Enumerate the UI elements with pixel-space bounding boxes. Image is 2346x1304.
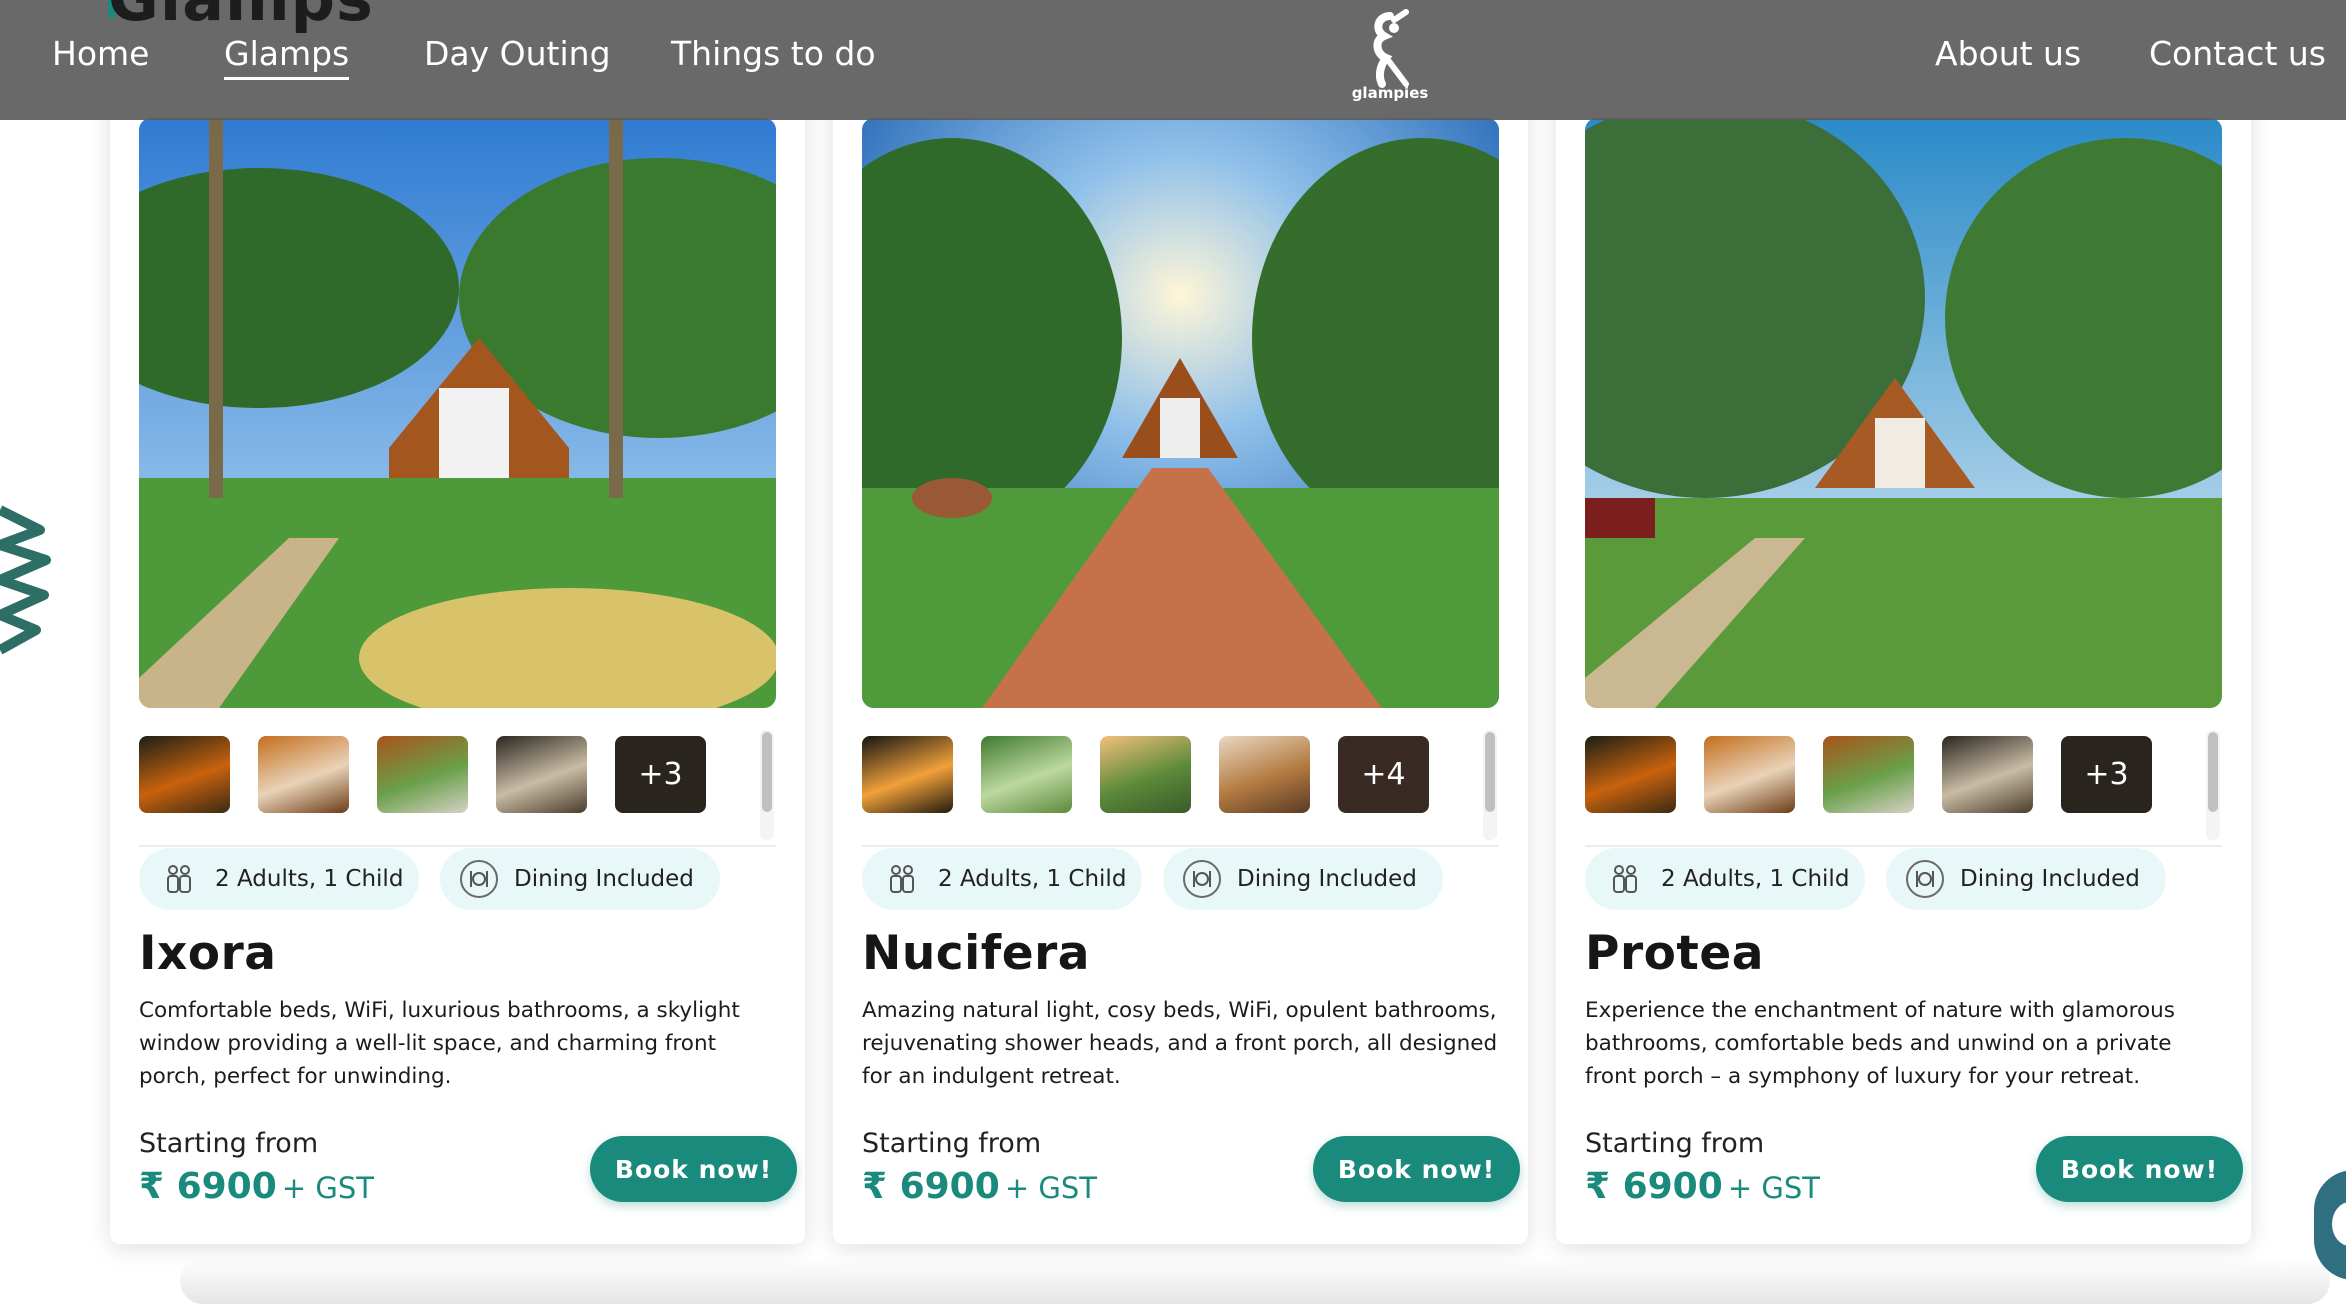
glamp-description: Comfortable beds, WiFi, luxurious bathro… [139,998,740,1089]
scrollbar-thumb[interactable] [1485,732,1495,812]
top-navbar: Glamps Home Glamps Day Outing Things to … [0,0,2346,120]
price-suffix: + GST [1004,1171,1097,1205]
glamp-name: Ixora [139,926,277,981]
glamp-description: Amazing natural light, cosy beds, WiFi, … [862,998,1498,1089]
price-suffix: + GST [1727,1171,1820,1205]
guests-label: 2 Adults, 1 Child [938,866,1127,892]
family-icon [1605,859,1645,899]
photo-thumbnails: +3 [139,730,776,847]
price-value: ₹ 6900 [1585,1166,1723,1207]
glamp-hero-image[interactable] [1585,118,2222,708]
photo-thumbnails: +4 [862,730,1499,847]
nav-things-to-do-link[interactable]: Things to do [671,34,876,73]
guests-badge: 2 Adults, 1 Child [1585,848,1865,910]
thumbnail-scrollbar[interactable] [760,730,774,840]
starting-from-label: Starting from [1585,1128,1765,1159]
glamp-hero-image[interactable] [862,118,1499,708]
glamp-card-protea: +3 2 Adults, 1 Child Dining Included Pro… [1556,88,2251,1244]
book-now-button[interactable]: Book now! [590,1136,797,1202]
more-photos-button[interactable]: +3 [615,736,706,813]
more-photos-button[interactable]: +3 [2061,736,2152,813]
thumbnail-photo[interactable] [1942,736,2033,813]
dining-badge: Dining Included [440,848,720,910]
dining-label: Dining Included [1237,866,1417,892]
logo-figure-icon [1373,9,1409,88]
glamp-hero-image[interactable] [139,118,776,708]
dining-label: Dining Included [1960,866,2140,892]
logo-text: glampies [1351,84,1429,102]
starting-from-label: Starting from [139,1128,319,1159]
price: ₹ 6900 + GST [1585,1166,1820,1207]
thumbnail-photo[interactable] [377,736,468,813]
dining-plate-icon [460,860,498,898]
nav-contact-us-link[interactable]: Contact us [2149,34,2326,73]
glamp-card-ixora: +3 2 Adults, 1 Child Dining Included Ixo… [110,88,805,1244]
dining-plate-icon [1906,860,1944,898]
glamp-name: Protea [1585,926,1764,981]
thumbnail-photo[interactable] [981,736,1072,813]
thumbnail-photo[interactable] [862,736,953,813]
glamp-description: Experience the enchantment of nature wit… [1585,998,2175,1089]
price-suffix: + GST [281,1171,374,1205]
book-now-button[interactable]: Book now! [1313,1136,1520,1202]
thumbnail-photo[interactable] [139,736,230,813]
glamp-card-nucifera: +4 2 Adults, 1 Child Dining Included Nuc… [833,88,1528,1244]
price-value: ₹ 6900 [139,1166,277,1207]
dining-label: Dining Included [514,866,694,892]
section-heading-peek: Glamps [108,0,374,35]
section-bottom-shadow [180,1258,2330,1304]
more-photos-button[interactable]: +4 [1338,736,1429,813]
thumbnail-photo[interactable] [1704,736,1795,813]
guests-label: 2 Adults, 1 Child [1661,866,1850,892]
dining-badge: Dining Included [1886,848,2166,910]
guests-label: 2 Adults, 1 Child [215,866,404,892]
nav-day-outing-link[interactable]: Day Outing [424,34,611,73]
book-now-button[interactable]: Book now! [2036,1136,2243,1202]
nav-about-us-link[interactable]: About us [1935,34,2081,73]
scrollbar-thumb[interactable] [2208,732,2218,812]
guests-badge: 2 Adults, 1 Child [862,848,1142,910]
thumbnail-photo[interactable] [1219,736,1310,813]
dining-plate-icon [1183,860,1221,898]
price: ₹ 6900 + GST [139,1166,374,1207]
dining-badge: Dining Included [1163,848,1443,910]
guests-badge: 2 Adults, 1 Child [139,848,419,910]
thumbnail-photo[interactable] [1100,736,1191,813]
thumbnail-photo[interactable] [1585,736,1676,813]
family-icon [159,859,199,899]
nav-glamps-link[interactable]: Glamps [224,34,350,80]
thumbnail-scrollbar[interactable] [2206,730,2220,840]
glampies-logo[interactable]: glampies [1345,8,1435,108]
photo-thumbnails: +3 [1585,730,2222,847]
starting-from-label: Starting from [862,1128,1042,1159]
palm-leaf-icon [0,505,51,655]
thumbnail-photo[interactable] [1823,736,1914,813]
scrollbar-thumb[interactable] [762,732,772,812]
nav-home-link[interactable]: Home [52,34,149,73]
thumbnail-scrollbar[interactable] [1483,730,1497,840]
thumbnail-photo[interactable] [496,736,587,813]
price: ₹ 6900 + GST [862,1166,1097,1207]
family-icon [882,859,922,899]
glamp-name: Nucifera [862,926,1090,981]
thumbnail-photo[interactable] [258,736,349,813]
price-value: ₹ 6900 [862,1166,1000,1207]
